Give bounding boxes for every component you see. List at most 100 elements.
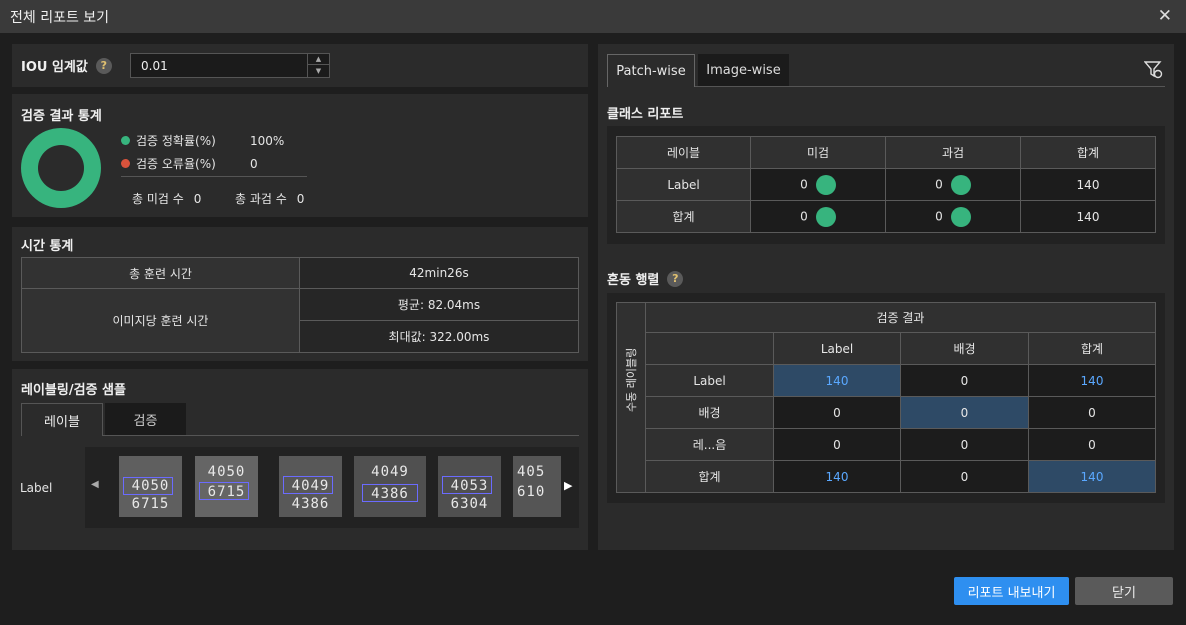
close-button[interactable]: 닫기 xyxy=(1075,577,1173,605)
row-label: 합계 xyxy=(616,200,751,233)
bounding-box xyxy=(199,482,249,500)
total-time-value: 42min26s xyxy=(299,257,579,289)
sample-thumbnail[interactable]: 4050 6715 xyxy=(119,456,182,517)
tab-underline xyxy=(695,86,1165,87)
matrix-cell: 140 xyxy=(773,364,901,397)
accuracy-legend: 검증 정확률(%) 100% xyxy=(121,132,284,149)
header-label: 레이블 xyxy=(616,136,751,169)
matrix-cell: 0 xyxy=(900,460,1029,493)
matrix-cell: 140 xyxy=(1028,364,1156,397)
accuracy-label: 검증 정확률(%) xyxy=(136,134,216,148)
header-miss: 미검 xyxy=(750,136,886,169)
confusion-title-row: 혼동 행렬 ? xyxy=(607,269,684,288)
bounding-box xyxy=(123,477,173,495)
close-icon[interactable]: ✕ xyxy=(1158,6,1172,26)
col-header: 합계 xyxy=(1028,332,1156,365)
iou-spinner[interactable]: ▲ ▼ xyxy=(307,54,329,77)
samples-title: 레이블링/검증 샘플 xyxy=(21,383,126,398)
miss-cell: 0 xyxy=(750,168,886,201)
sample-thumbnail[interactable]: 405 610 xyxy=(513,456,561,517)
col-header: Label xyxy=(773,332,901,365)
result-header: 검증 결과 xyxy=(645,302,1156,333)
sample-thumbnail[interactable]: 4050 6715 xyxy=(195,456,258,517)
time-table: 총 훈련 시간 42min26s 이미지당 훈련 시간 평균: 82.04ms … xyxy=(21,257,579,353)
matrix-cell: 0 xyxy=(1028,428,1156,461)
total-time-label: 총 훈련 시간 xyxy=(21,257,300,289)
tab-label[interactable]: 레이블 xyxy=(21,403,103,436)
over-value: 0 xyxy=(296,191,305,206)
over-label: 총 과검 수 xyxy=(235,192,287,206)
error-label: 검증 오류율(%) xyxy=(136,157,216,171)
class-report-table: 레이블 미검 과검 합계 Label 0 0 140 합계 0 0 140 xyxy=(616,136,1156,233)
total-cell: 140 xyxy=(1020,200,1156,233)
spin-down-icon[interactable]: ▼ xyxy=(308,65,329,76)
sample-thumbnail[interactable]: 4053 6304 xyxy=(438,456,501,517)
confusion-table: 수동 레이블링 검증 결과 Label 배경 합계 Label 140 0 14… xyxy=(616,302,1156,493)
window-title: 전체 리포트 보기 xyxy=(10,9,110,26)
matrix-cell: 0 xyxy=(900,364,1029,397)
miss-count: 총 미검 수 0 xyxy=(132,190,201,207)
iou-threshold-row: IOU 임계값 ? 0.01 ▲ ▼ xyxy=(12,44,588,87)
over-cell: 0 xyxy=(885,200,1021,233)
tab-image-wise[interactable]: Image-wise xyxy=(698,54,789,87)
class-report-title: 클래스 리포트 xyxy=(607,107,684,122)
help-icon[interactable]: ? xyxy=(667,270,684,287)
row-label: Label xyxy=(616,168,751,201)
help-icon[interactable]: ? xyxy=(95,57,112,74)
iou-threshold-input[interactable]: 0.01 ▲ ▼ xyxy=(130,53,330,78)
sample-thumbnail[interactable]: 4049 4386 xyxy=(279,456,342,517)
iou-value: 0.01 xyxy=(141,58,168,73)
accuracy-dot-icon xyxy=(121,136,130,145)
tab-patch-wise[interactable]: Patch-wise xyxy=(607,54,695,87)
status-dot-icon xyxy=(815,174,836,195)
sample-thumbnail[interactable]: 4049 4386 xyxy=(354,456,426,517)
status-dot-icon xyxy=(950,174,971,195)
tab-validation[interactable]: 검증 xyxy=(105,403,186,436)
avg-time-value: 평균: 82.04ms xyxy=(299,288,579,321)
accuracy-donut-chart xyxy=(21,128,101,208)
time-stats-panel: 시간 통계 총 훈련 시간 42min26s 이미지당 훈련 시간 평균: 82… xyxy=(12,227,588,361)
time-title: 시간 통계 xyxy=(21,239,74,254)
matrix-cell: 140 xyxy=(1028,460,1156,493)
sample-thumbnail-strip: ◀ 4050 6715 4050 6715 4049 4386 4049 438… xyxy=(85,447,579,528)
matrix-cell: 0 xyxy=(900,396,1029,429)
status-dot-icon xyxy=(815,206,836,227)
stats-title: 검증 결과 통계 xyxy=(21,109,102,124)
filter-settings-icon[interactable] xyxy=(1144,60,1163,79)
matrix-cell: 0 xyxy=(773,396,901,429)
bounding-box xyxy=(442,476,492,494)
scroll-right-icon[interactable]: ▶ xyxy=(564,479,572,492)
confusion-title: 혼동 행렬 xyxy=(607,273,660,288)
manual-label-axis-text: 수동 레이블링 xyxy=(625,347,638,412)
per-image-time-label: 이미지당 훈련 시간 xyxy=(21,288,300,353)
matrix-cell: 0 xyxy=(1028,396,1156,429)
corner-cell xyxy=(645,332,774,365)
report-detail-panel: Patch-wise Image-wise 클래스 리포트 레이블 미검 과검 … xyxy=(598,44,1174,550)
scroll-left-icon[interactable]: ◀ xyxy=(91,479,99,490)
error-legend: 검증 오류율(%) 0 xyxy=(121,155,258,172)
col-header: 배경 xyxy=(900,332,1029,365)
spin-up-icon[interactable]: ▲ xyxy=(308,54,329,65)
over-count: 총 과검 수 0 xyxy=(235,190,304,207)
max-time-value: 최대값: 322.00ms xyxy=(299,320,579,353)
title-bar: 전체 리포트 보기 ✕ xyxy=(0,0,1186,33)
bounding-box xyxy=(283,476,333,494)
status-dot-icon xyxy=(950,206,971,227)
accuracy-value: 100% xyxy=(250,133,285,148)
matrix-cell: 0 xyxy=(900,428,1029,461)
total-cell: 140 xyxy=(1020,168,1156,201)
tab-underline xyxy=(103,435,579,436)
matrix-cell: 140 xyxy=(773,460,901,493)
sample-row-label: Label xyxy=(20,481,53,495)
export-report-button[interactable]: 리포트 내보내기 xyxy=(954,577,1069,605)
matrix-cell: 0 xyxy=(773,428,901,461)
row-header: 배경 xyxy=(645,396,774,429)
over-cell: 0 xyxy=(885,168,1021,201)
samples-panel: 레이블링/검증 샘플 레이블 검증 Label ◀ 4050 6715 4050… xyxy=(12,369,588,550)
header-over: 과검 xyxy=(885,136,1021,169)
row-header: 레...음 xyxy=(645,428,774,461)
divider xyxy=(121,176,307,177)
validation-stats-panel: 검증 결과 통계 검증 정확률(%) 100% 검증 오류율(%) 0 총 미검… xyxy=(12,94,588,217)
manual-label-axis: 수동 레이블링 xyxy=(616,302,646,493)
miss-cell: 0 xyxy=(750,200,886,233)
